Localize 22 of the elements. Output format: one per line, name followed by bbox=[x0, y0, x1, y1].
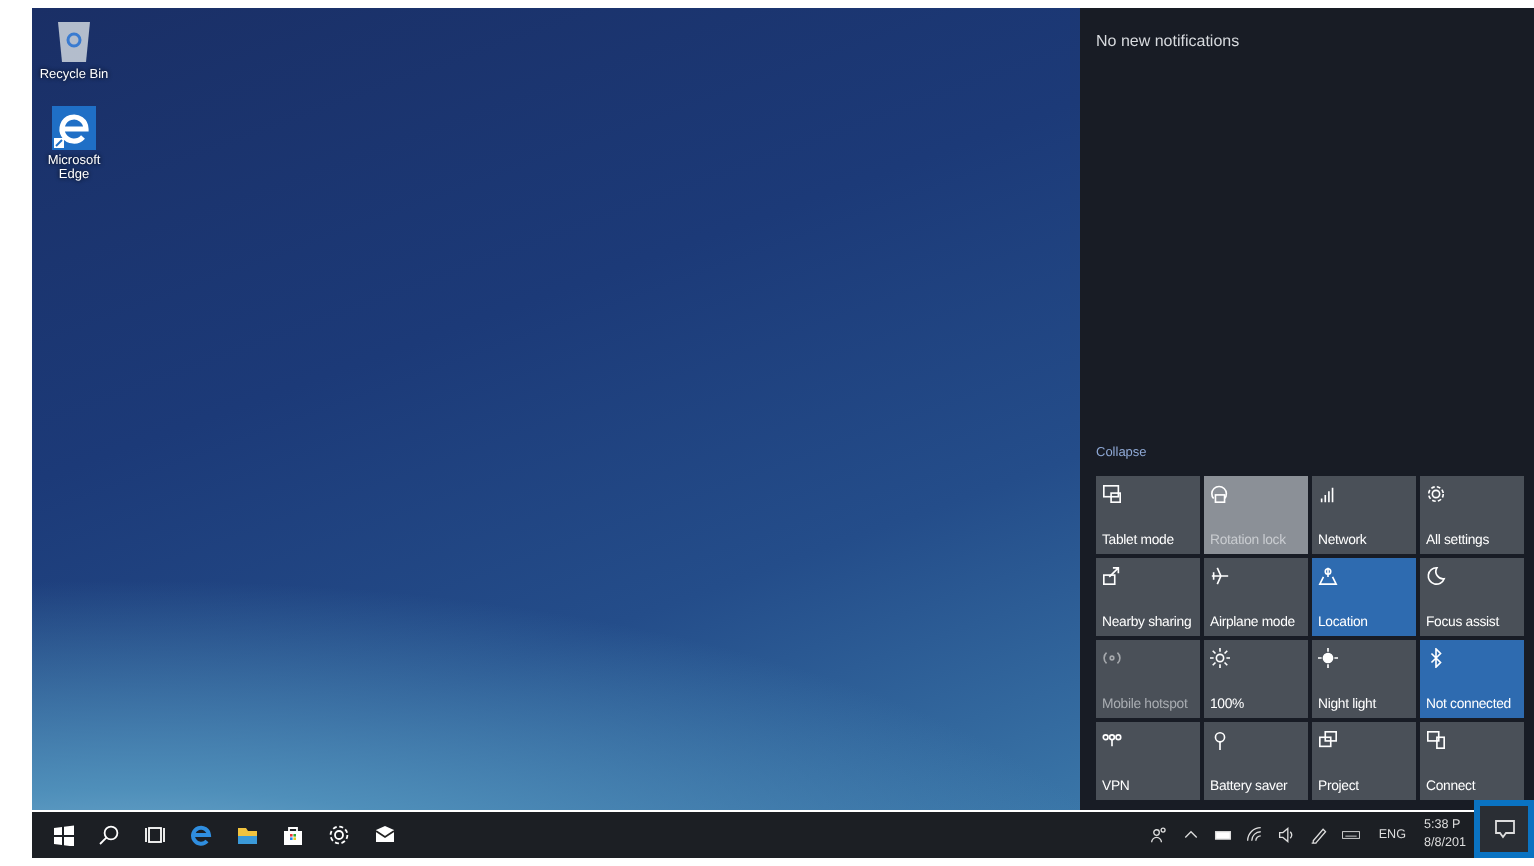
browser-e-icon[interactable] bbox=[52, 106, 96, 151]
airplane-icon bbox=[1210, 566, 1230, 586]
speech-bubble-icon bbox=[1493, 818, 1515, 840]
keyboard-icon[interactable] bbox=[1338, 826, 1365, 844]
connect-icon bbox=[1426, 730, 1446, 750]
rotation-icon bbox=[1210, 484, 1230, 504]
project-icon bbox=[1318, 730, 1338, 750]
notification-message: No new notifications bbox=[1096, 32, 1242, 50]
bluetooth-icon bbox=[1426, 648, 1446, 668]
recycle-bin-icon[interactable] bbox=[52, 16, 96, 64]
sun-half-icon bbox=[1318, 648, 1338, 668]
signal-bars-icon bbox=[1318, 484, 1338, 504]
tablet-icon bbox=[1102, 484, 1122, 504]
gear-icon bbox=[1426, 484, 1446, 504]
share-icon bbox=[1102, 566, 1122, 586]
vpn-icon bbox=[1102, 730, 1122, 750]
hotspot-icon bbox=[1102, 648, 1122, 668]
battery-icon[interactable] bbox=[1210, 826, 1237, 844]
location-icon bbox=[1318, 566, 1338, 586]
moon-icon bbox=[1426, 566, 1446, 586]
action-center-button[interactable] bbox=[1474, 800, 1534, 858]
sun-icon bbox=[1210, 648, 1230, 668]
